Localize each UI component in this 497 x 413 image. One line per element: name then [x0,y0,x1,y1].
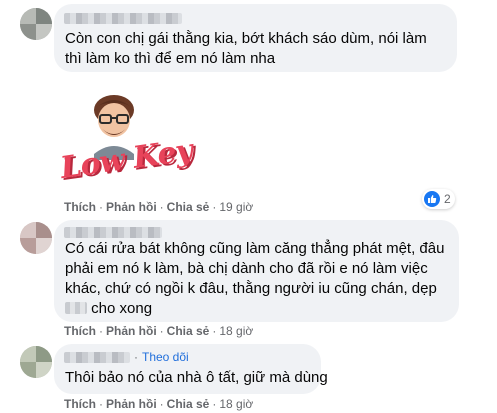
comment-bubble: Còn con chị gái thằng kia, bớt khách sáo… [54,4,457,72]
reply-button[interactable]: Phản hồi [106,200,157,214]
blurred-word [65,302,87,314]
dot-separator: · [99,397,103,411]
avatar[interactable] [20,346,52,378]
comment-text: Có cái rửa bát không cũng làm căng thẳng… [65,239,451,319]
author-name[interactable] [64,352,130,363]
dot-separator: · [212,324,217,338]
author-name[interactable] [64,13,182,24]
comment-bubble: Có cái rửa bát không cũng làm căng thẳng… [54,220,459,322]
timestamp[interactable]: 19 giờ [219,200,253,214]
like-button[interactable]: Thích [64,397,96,411]
avatar[interactable] [20,222,52,254]
dot-separator: · [159,324,164,338]
dot-separator: · [212,397,217,411]
share-button[interactable]: Chia sẻ [167,397,210,411]
comment-actions: Thích · Phản hồi · Chia sẻ · 19 giờ [64,200,253,214]
sticker: Low Key [58,88,194,192]
timestamp[interactable]: 18 giờ [219,397,253,411]
comment-text-part-2: cho xong [91,300,153,317]
author-name[interactable] [64,227,162,238]
like-icon [424,191,440,207]
dot-separator: · [159,397,164,411]
like-button[interactable]: Thích [64,324,96,338]
comment-actions: Thích · Phản hồi · Chia sẻ · 18 giờ [64,397,253,411]
dot-separator: · [159,200,164,214]
share-button[interactable]: Chia sẻ [167,200,210,214]
like-button[interactable]: Thích [64,200,96,214]
comment-bubble: · Theo dõi Thôi bảo nó của nhà ô tất, gi… [54,344,328,394]
share-button[interactable]: Chia sẻ [167,324,210,338]
reply-button[interactable]: Phản hồi [106,324,157,338]
reaction-number: 2 [444,192,451,206]
avatar[interactable] [20,8,52,40]
reply-button[interactable]: Phản hồi [106,397,157,411]
name-separator: · [134,350,138,364]
comment-text-part-1: Có cái rửa bát không cũng làm căng thẳng… [65,240,445,297]
timestamp[interactable]: 18 giờ [219,324,253,338]
comment-actions: Thích · Phản hồi · Chia sẻ · 18 giờ [64,324,253,338]
comment-text: Thôi bảo nó của nhà ô tất, giữ mà dùng [65,369,328,386]
comment-text: Còn con chị gái thằng kia, bớt khách sáo… [65,30,427,67]
reaction-count[interactable]: 2 [422,189,455,209]
dot-separator: · [99,200,103,214]
dot-separator: · [99,324,103,338]
dot-separator: · [212,200,217,214]
follow-link[interactable]: Theo dõi [142,350,189,364]
